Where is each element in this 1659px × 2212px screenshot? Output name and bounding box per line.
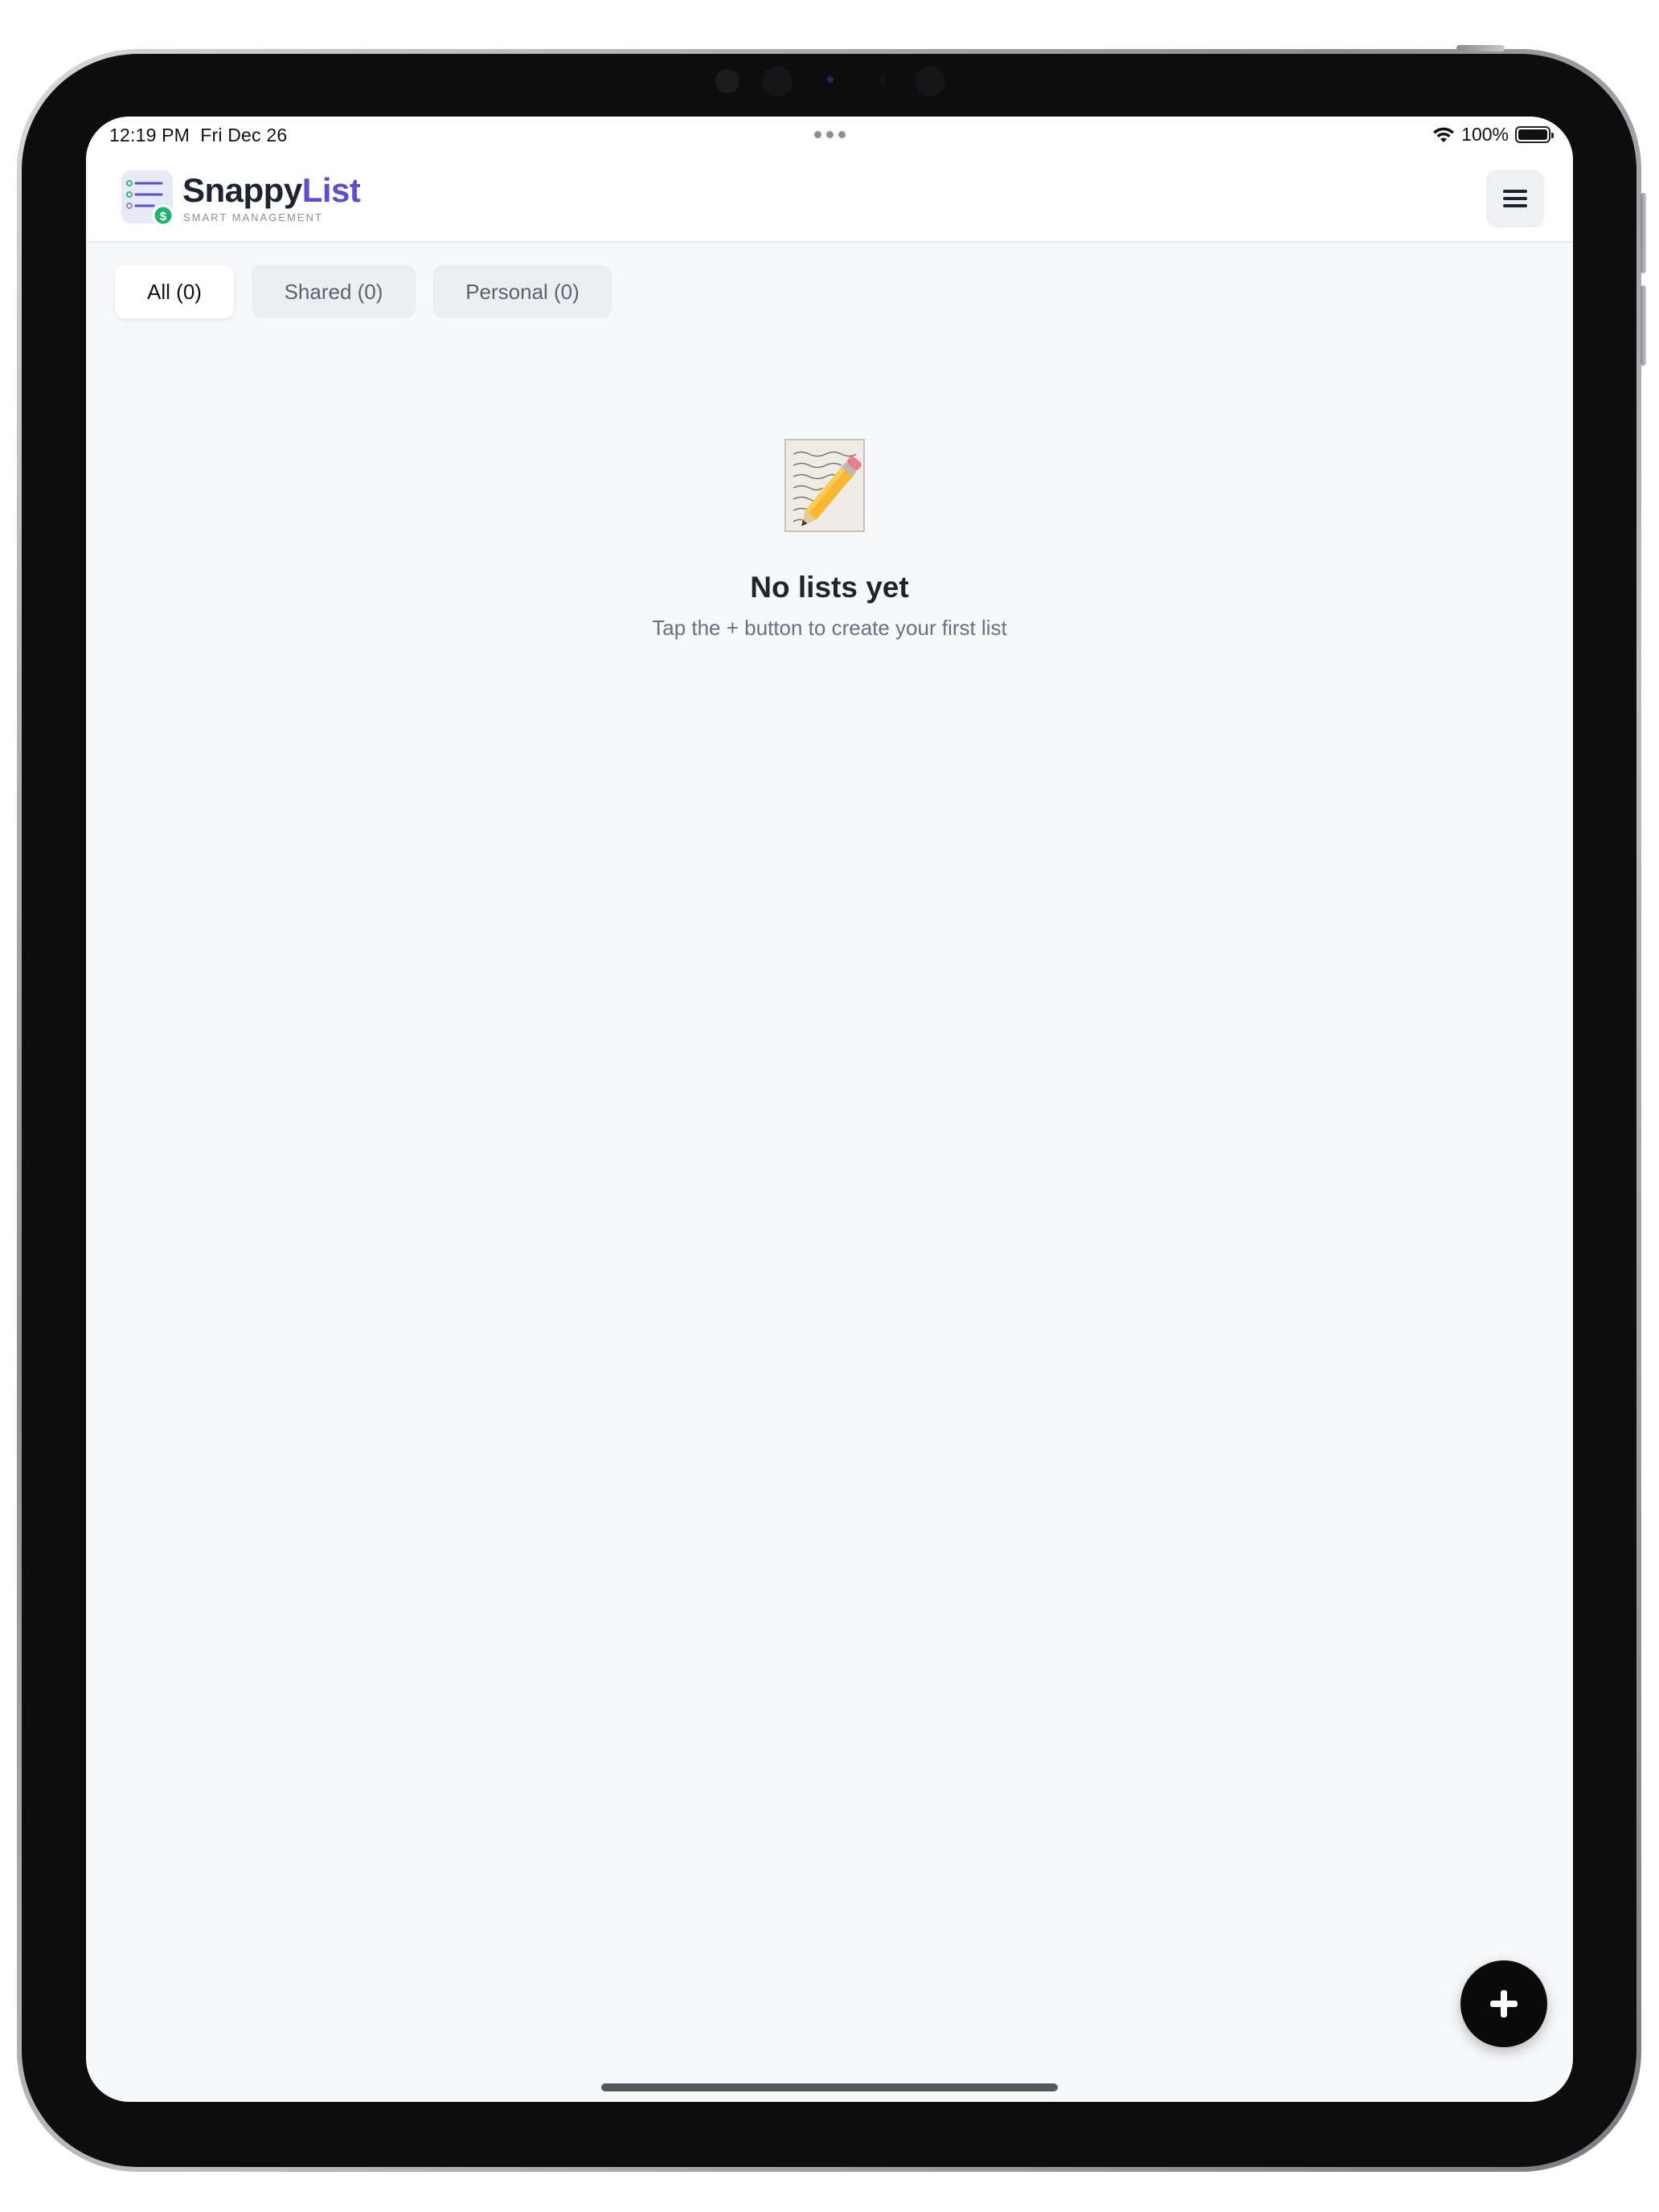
tab-all[interactable]: All (0) (115, 265, 234, 318)
brand-name: SnappyList (182, 171, 361, 210)
volume-up-button (1641, 193, 1646, 273)
filter-tabs: All (0) Shared (0) Personal (0) (115, 265, 612, 318)
sensor-dot (879, 76, 887, 84)
svg-text:$: $ (160, 210, 167, 223)
home-indicator[interactable] (601, 2083, 1058, 2091)
volume-down-button (1641, 285, 1646, 366)
indicator-dot (827, 76, 834, 83)
status-time: 12:19 PM Fri Dec 26 (109, 125, 287, 146)
screen: 12:19 PM Fri Dec 26 100% $ SnappyList SM… (86, 117, 1573, 2102)
multitasking-dots[interactable] (814, 131, 846, 138)
brand-primary: Snappy (182, 171, 302, 209)
top-button (1456, 45, 1505, 51)
status-indicators: 100% (1432, 124, 1554, 145)
tab-personal[interactable]: Personal (0) (433, 265, 612, 318)
status-clock: 12:19 PM (109, 125, 190, 145)
status-bar: 12:19 PM Fri Dec 26 100% (86, 117, 1573, 154)
memo-pencil-icon (784, 439, 865, 532)
empty-state: No lists yet Tap the + button to create … (86, 438, 1573, 641)
hamburger-menu-icon (1503, 190, 1527, 207)
brand-tagline: SMART MANAGEMENT (183, 211, 323, 223)
battery-full-icon (1515, 126, 1554, 143)
app-header: $ SnappyList SMART MANAGEMENT (86, 154, 1573, 243)
wifi-icon (1433, 127, 1455, 142)
sensor-dot (715, 69, 739, 93)
brand-accent: List (301, 171, 361, 209)
status-date: Fri Dec 26 (200, 125, 288, 145)
app-logo-icon: $ (121, 170, 174, 227)
camera-icon (762, 66, 793, 96)
menu-button[interactable] (1486, 170, 1544, 227)
battery-percent: 100% (1461, 124, 1509, 145)
add-list-button[interactable] (1460, 1960, 1547, 2047)
empty-state-subtitle: Tap the + button to create your first li… (652, 616, 1007, 640)
empty-state-title: No lists yet (750, 571, 909, 604)
sensor-dot (915, 66, 945, 96)
tab-shared[interactable]: Shared (0) (252, 265, 416, 318)
plus-icon (1490, 1990, 1518, 2017)
